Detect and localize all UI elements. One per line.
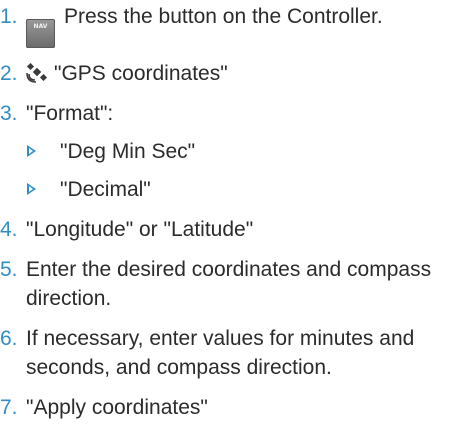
step-3: 3. "Format": "Deg Min Sec" "Decimal" <box>0 99 476 204</box>
step-number: 3. <box>0 102 18 125</box>
format-options: "Deg Min Sec" "Decimal" <box>26 137 476 204</box>
step-text: "GPS coordinates" <box>54 62 228 85</box>
nav-button-icon: NAV <box>26 19 55 48</box>
instruction-steps: 1. NAV Press the button on the Controller… <box>0 2 476 433</box>
step-1: 1. NAV Press the button on the Controller… <box>0 2 476 48</box>
step-2: 2. "GPS coordinates" <box>0 59 476 88</box>
sub-item-deg-min-sec: "Deg Min Sec" <box>26 137 476 166</box>
step-text: Enter the desired coordinates and compas… <box>26 258 432 310</box>
sub-item-text: "Deg Min Sec" <box>60 140 196 163</box>
sub-item-decimal: "Decimal" <box>26 175 476 204</box>
step-text: "Longitude" or "Latitude" <box>26 218 254 241</box>
step-text: Press the button on the Controller. <box>64 5 383 28</box>
step-text: "Format": <box>26 102 114 125</box>
step-number: 5. <box>0 258 18 281</box>
step-number: 1. <box>0 5 18 28</box>
triangle-bullet-icon <box>27 145 36 157</box>
step-number: 6. <box>0 327 18 350</box>
step-number: 2. <box>0 62 18 85</box>
step-5: 5. Enter the desired coordinates and com… <box>0 255 476 313</box>
triangle-bullet-icon <box>27 183 36 195</box>
step-4: 4. "Longitude" or "Latitude" <box>0 215 476 244</box>
step-text: If necessary, enter values for minutes a… <box>26 327 415 379</box>
step-number: 4. <box>0 218 18 241</box>
gps-satellite-icon <box>26 62 48 83</box>
sub-item-text: "Decimal" <box>60 178 151 201</box>
step-6: 6. If necessary, enter values for minute… <box>0 324 476 382</box>
